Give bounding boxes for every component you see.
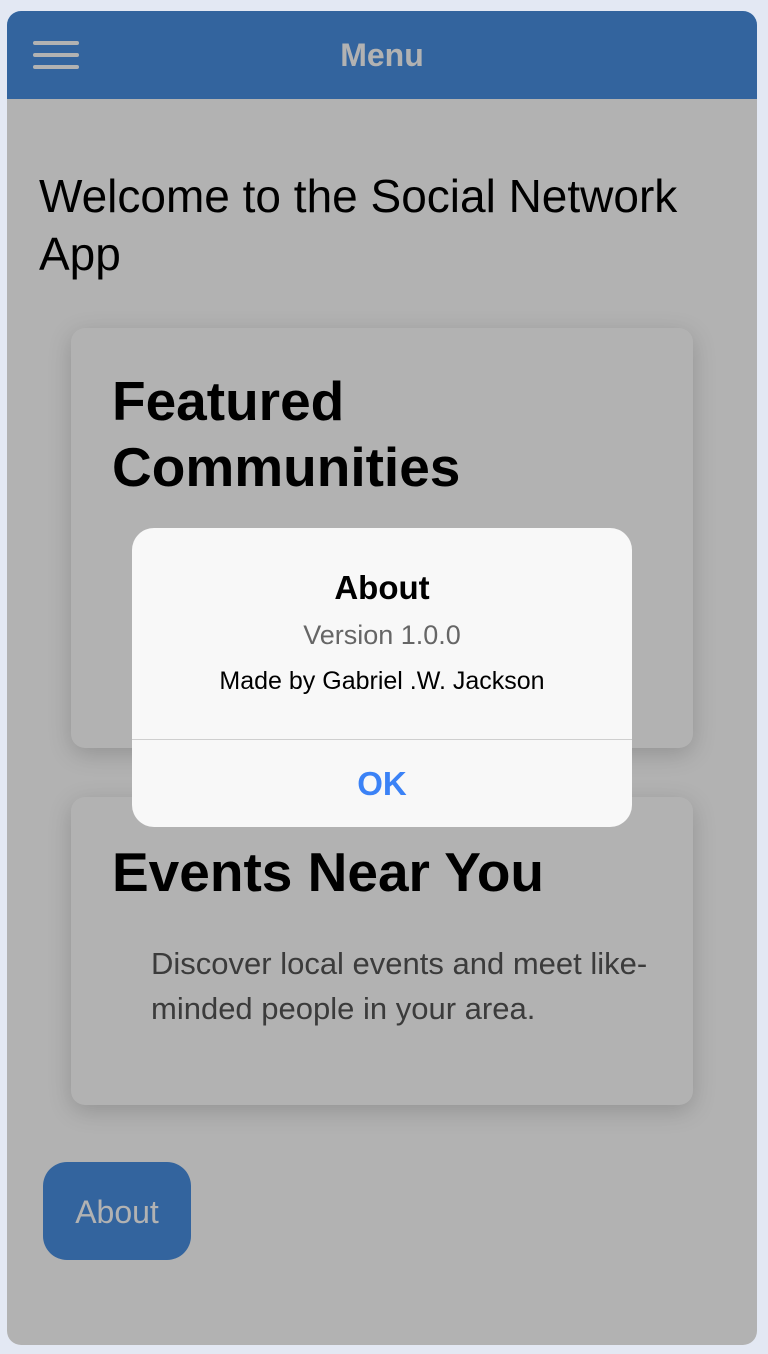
ok-button[interactable]: OK xyxy=(132,740,632,827)
dialog-title: About xyxy=(334,569,430,606)
author-text: Made by Gabriel .W. Jackson xyxy=(219,667,545,695)
about-dialog: About Version 1.0.0 Made by Gabriel .W. … xyxy=(132,528,632,827)
version-text: Version 1.0.0 xyxy=(303,620,461,650)
app-screen: Menu Welcome to the Social Network App F… xyxy=(7,11,757,1345)
